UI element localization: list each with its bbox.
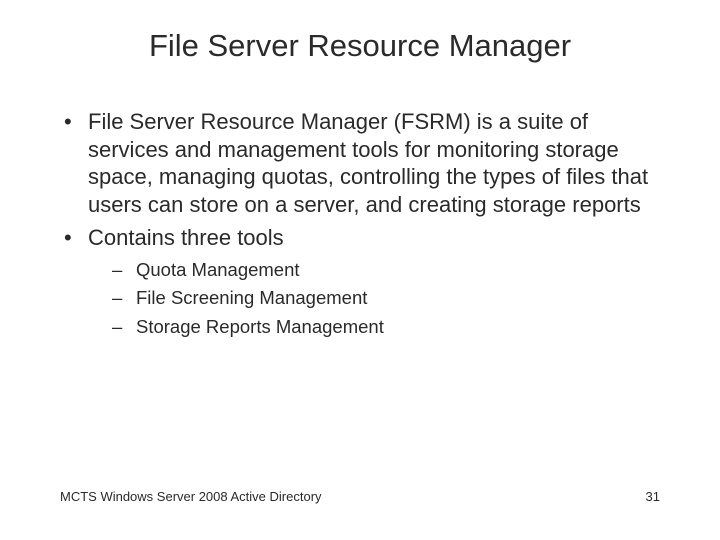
slide-title: File Server Resource Manager — [0, 28, 720, 64]
bullet-item: Contains three tools Quota Management Fi… — [60, 224, 660, 340]
sub-bullet-item: File Screening Management — [88, 286, 660, 311]
bullet-list-level2: Quota Management File Screening Manageme… — [88, 258, 660, 341]
bullet-text: Contains three tools — [88, 225, 284, 250]
sub-bullet-text: Quota Management — [136, 259, 300, 280]
slide-body: File Server Resource Manager (FSRM) is a… — [60, 108, 660, 346]
sub-bullet-item: Storage Reports Management — [88, 315, 660, 340]
sub-bullet-item: Quota Management — [88, 258, 660, 283]
bullet-text: File Server Resource Manager (FSRM) is a… — [88, 109, 648, 217]
slide: File Server Resource Manager File Server… — [0, 0, 720, 540]
slide-number: 31 — [646, 489, 660, 504]
bullet-item: File Server Resource Manager (FSRM) is a… — [60, 108, 660, 218]
sub-bullet-text: File Screening Management — [136, 287, 367, 308]
bullet-list-level1: File Server Resource Manager (FSRM) is a… — [60, 108, 660, 340]
sub-bullet-text: Storage Reports Management — [136, 316, 384, 337]
footer-left: MCTS Windows Server 2008 Active Director… — [60, 489, 322, 504]
